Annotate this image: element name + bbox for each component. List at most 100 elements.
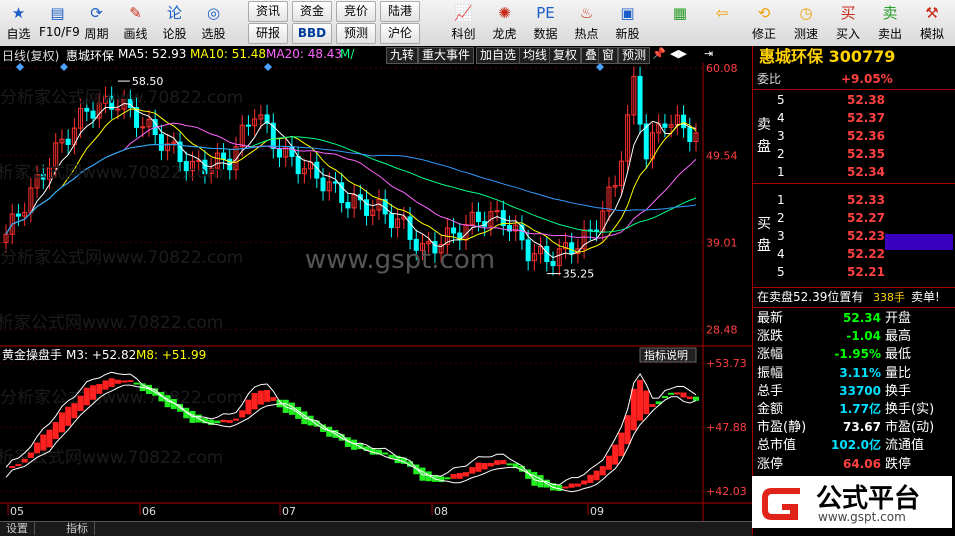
order-notice-qty: 338手 — [873, 291, 905, 304]
indicator-bar — [251, 393, 258, 410]
indicator-bar — [618, 432, 625, 457]
header-tab-3[interactable]: 均线 — [519, 47, 552, 64]
header-tab-7[interactable]: 预测 — [618, 47, 651, 64]
toolbar-button-label: 测速 — [793, 27, 818, 41]
candle-body — [245, 124, 251, 127]
panel-toggle-icon[interactable]: ⇥ — [704, 47, 713, 60]
buy-side-label: 买盘 — [757, 216, 771, 254]
toolbar-button-grid[interactable]: ▦ — [660, 0, 700, 46]
event-marker-icon — [596, 63, 604, 71]
toolbar-button-refresh[interactable]: ⟲ 修正 — [744, 0, 784, 46]
pin-icon[interactable]: 📌 — [652, 47, 666, 60]
indicator-bar — [245, 399, 252, 415]
event-marker-icon — [60, 63, 68, 71]
status-tab-indicator[interactable]: 指标 — [60, 522, 95, 535]
refresh-icon: ⟲ — [757, 4, 771, 22]
weibi-value: +9.05% — [841, 72, 893, 86]
indicator-bar — [83, 387, 90, 406]
kline-chart[interactable]: 60.08 49.54 39.01 28.48 58.50 35.25 www.gspt.c… — [0, 63, 752, 531]
logo-mark-icon — [762, 488, 800, 520]
indicator-bar — [270, 397, 277, 401]
chart-header: 日线(复权) 惠城环保 MA5: 52.93 MA10: 51.48 MA20:… — [0, 46, 752, 64]
indicator-bar — [40, 434, 47, 451]
month-label: 09 — [590, 505, 604, 518]
stat-label: 涨幅 — [757, 347, 784, 363]
book-level: 5 — [777, 93, 785, 107]
expand-icon[interactable]: ◀▶ — [670, 47, 687, 60]
toolbar-button-label: 热点 — [574, 27, 599, 41]
ma20-label: MA20: 48.43 — [266, 47, 343, 61]
indicator-bar — [65, 406, 72, 426]
header-tab-1[interactable]: 重大事件 — [418, 47, 475, 64]
book-level: 2 — [777, 211, 785, 225]
book-level: 3 — [777, 129, 785, 143]
toolbar-button-sell[interactable]: 卖卖出 — [870, 0, 910, 46]
indicator-bar — [686, 396, 693, 400]
indicator-bar — [21, 458, 28, 463]
book-level: 3 — [777, 229, 785, 243]
candle-body — [525, 239, 531, 262]
indicator-bar — [630, 388, 637, 431]
candle-body — [687, 127, 693, 143]
period-label[interactable]: 日线(复权) — [2, 47, 59, 64]
toolbar-button-buy[interactable]: 买买入 — [828, 0, 868, 46]
hammer-icon: ⚒ — [925, 4, 939, 22]
bid-volume-bar — [885, 234, 953, 250]
watermark-cn: 分析家公式网www.70822.com — [0, 163, 223, 183]
toolbar-button-label: 修正 — [751, 27, 776, 41]
status-tab-settings[interactable]: 设置 — [0, 522, 35, 535]
toolbar-small-7[interactable]: 沪伦 — [380, 23, 420, 44]
watermark-cn: 分析家公式网www.70822.com — [0, 388, 243, 408]
weibi-label: 委比 — [757, 72, 782, 86]
toolbar-button-cycle[interactable]: ⟳ 周期 — [78, 0, 115, 46]
toolbar-button-document[interactable]: ▤ F10/F9 — [39, 0, 80, 46]
toolbar-button-discuss[interactable]: 论论股 — [156, 0, 193, 46]
watermark: www.gspt.com — [305, 245, 495, 275]
indicator-tick-label: +42.03 — [706, 485, 747, 498]
toolbar-button-back-arrow[interactable]: ⇦ — [702, 0, 742, 46]
header-tab-0[interactable]: 九转 — [386, 47, 419, 64]
toolbar-small-3[interactable]: 陆港 — [380, 1, 420, 22]
watermark-cn: 分析家公式网www.70822.com — [0, 88, 243, 108]
toolbar-button-pe[interactable]: PE 数据 — [526, 0, 565, 46]
toolbar-button-star[interactable]: ★ 自选 — [0, 0, 37, 46]
header-tab-2[interactable]: 加自选 — [476, 47, 521, 64]
indicator-bar — [27, 452, 34, 458]
indicator-bar — [494, 460, 501, 465]
toolbar-small-6[interactable]: 预测 — [336, 23, 376, 44]
indicator-bar — [456, 472, 463, 479]
toolbar-button-dragon[interactable]: ✺ 龙虎 — [485, 0, 524, 46]
toolbar-button-select[interactable]: ◎ 选股 — [195, 0, 232, 46]
indicator-bar — [214, 420, 221, 424]
indicator-bar — [475, 462, 482, 472]
candle-body — [475, 211, 481, 223]
candle-body — [277, 148, 283, 158]
indicator-bar — [599, 466, 606, 476]
toolbar-small-5[interactable]: BBD — [292, 23, 332, 44]
buy-icon: 买 — [840, 4, 856, 22]
stat-value: -1.95% — [834, 347, 881, 362]
stat-label-right: 开盘 — [885, 311, 912, 326]
toolbar-button-new[interactable]: ▣ 新股 — [608, 0, 647, 46]
indicator-bar — [233, 418, 239, 421]
indicator-bar — [605, 455, 612, 470]
toolbar-small-0[interactable]: 资讯 — [248, 1, 288, 22]
indicator-bar — [71, 403, 78, 419]
indicator-bar — [562, 486, 569, 489]
event-marker-icon — [16, 63, 24, 71]
header-tab-4[interactable]: 复权 — [549, 47, 582, 64]
toolbar-button-clock[interactable]: ◷ 测速 — [786, 0, 826, 46]
toolbar-small-2[interactable]: 竞价 — [336, 1, 376, 22]
toolbar-button-pen[interactable]: ✎ 画线 — [117, 0, 154, 46]
toolbar-small-4[interactable]: 研报 — [248, 23, 288, 44]
toolbar-button-chart[interactable]: 📈 科创 — [444, 0, 483, 46]
toolbar-button-hammer[interactable]: ⚒ 模拟 — [912, 0, 952, 46]
indicator-m3: M3: +52.82 — [66, 348, 136, 362]
toolbar-button-hot[interactable]: ♨ 热点 — [567, 0, 606, 46]
indicator-bar — [127, 380, 134, 383]
header-tab-6[interactable]: 窗 — [598, 47, 619, 64]
stat-label: 涨停 — [757, 456, 784, 472]
toolbar-button-label: 数据 — [533, 27, 558, 41]
toolbar-small-1[interactable]: 资金 — [292, 1, 332, 22]
document-icon: ▤ — [50, 4, 65, 22]
